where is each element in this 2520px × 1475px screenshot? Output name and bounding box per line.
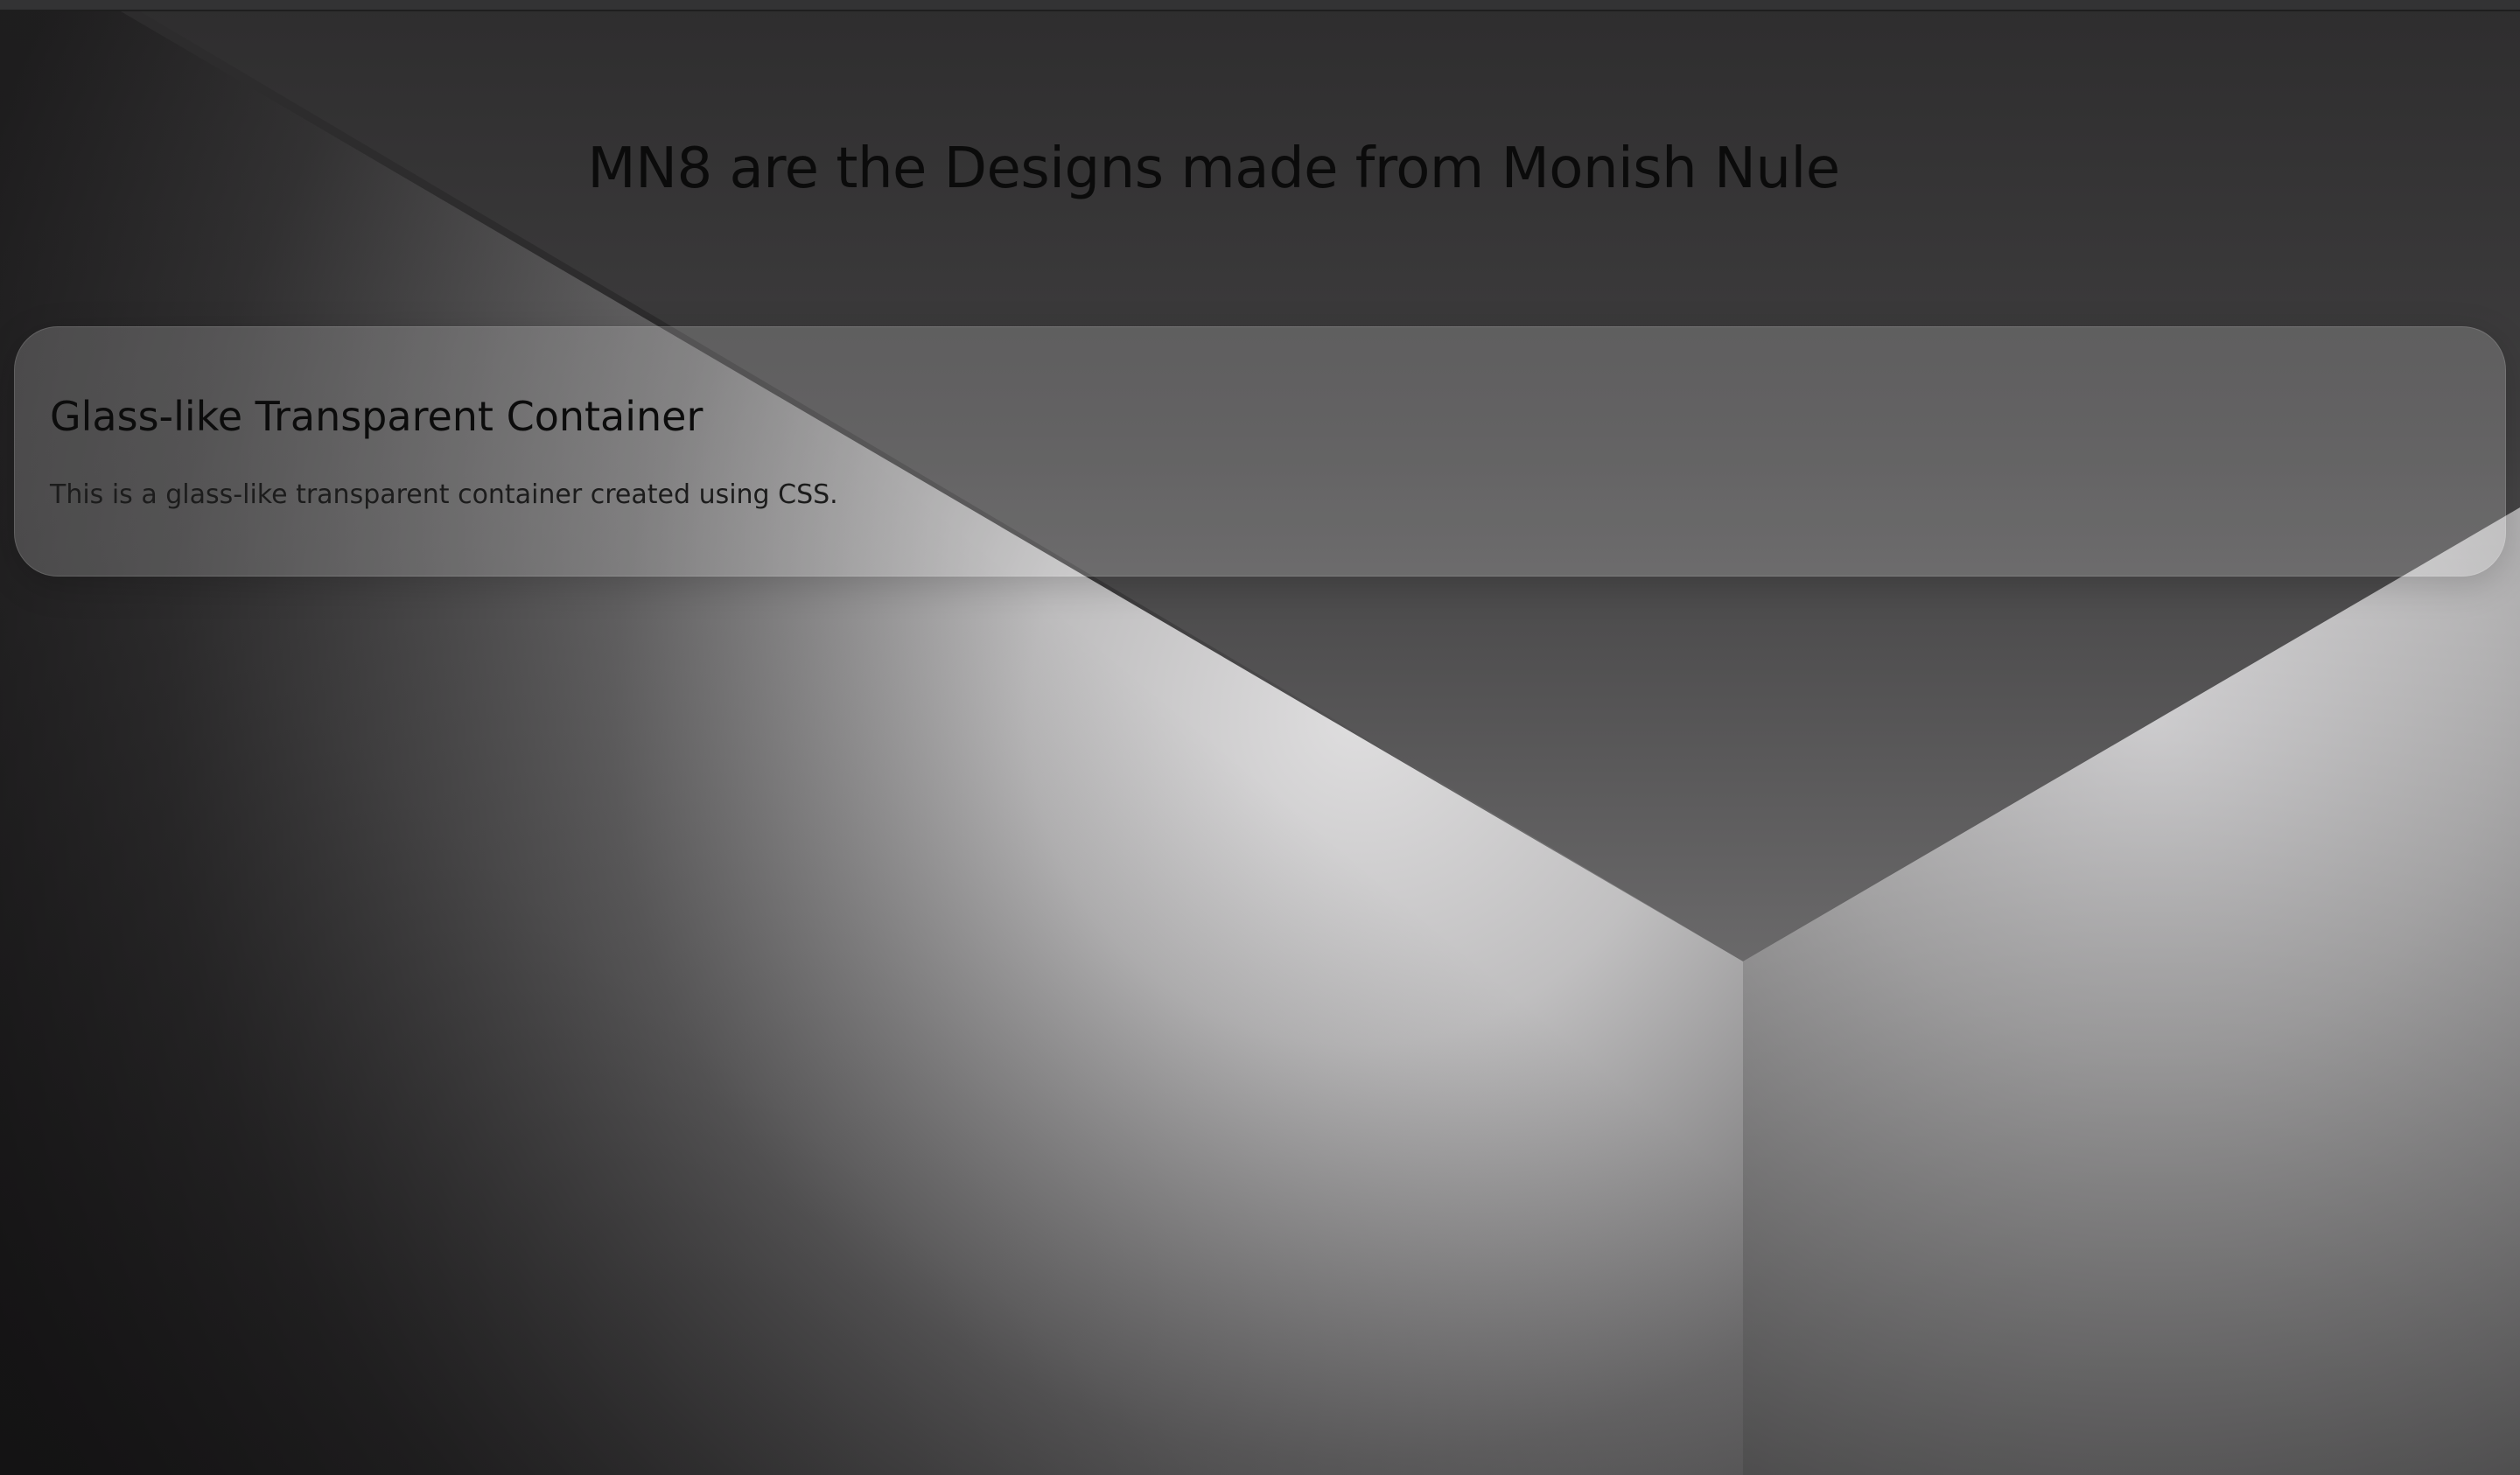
page-title: MN8 are the Designs made from Monish Nul… [587, 136, 1840, 201]
background-light-beams [0, 0, 2520, 1475]
glass-container-body: This is a glass-like transparent contain… [50, 479, 838, 510]
window-top-strip [0, 0, 2520, 11]
glass-container: Glass-like Transparent Container This is… [14, 326, 2506, 577]
glass-container-heading: Glass-like Transparent Container [50, 393, 704, 440]
